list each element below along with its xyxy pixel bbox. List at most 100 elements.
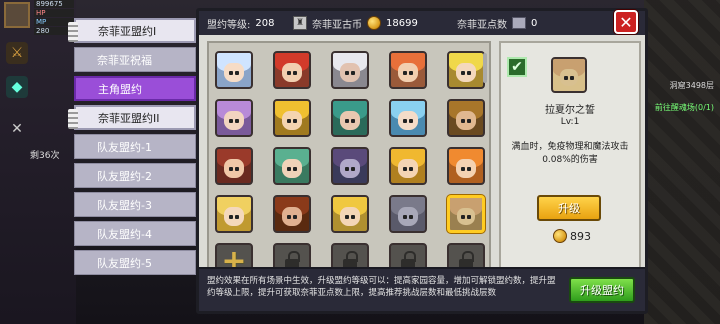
tab-hero-alliance[interactable]: 主角盟约 bbox=[74, 76, 196, 101]
tab-blessing[interactable]: 奈菲亚祝福 bbox=[74, 47, 196, 72]
locked-slot[interactable] bbox=[447, 243, 485, 267]
character-face bbox=[398, 159, 418, 178]
scrollbar[interactable] bbox=[483, 53, 487, 83]
character-face bbox=[282, 159, 302, 178]
character-eye bbox=[409, 166, 414, 171]
gem-icon[interactable]: ◆ bbox=[6, 76, 28, 98]
alliance-level-text: Lv:1 bbox=[560, 117, 580, 127]
character-cell[interactable] bbox=[389, 147, 427, 185]
quest-label[interactable]: 前往醒魂场(0/1) bbox=[655, 102, 714, 113]
character-face bbox=[398, 207, 418, 226]
alliance-grid-area[interactable]: + bbox=[207, 41, 491, 269]
character-cell[interactable] bbox=[331, 51, 369, 89]
tab-teammate-2[interactable]: 队友盟约-2 bbox=[74, 163, 196, 188]
character-eye bbox=[351, 214, 356, 219]
skill-icon[interactable]: ⚔ bbox=[6, 42, 28, 64]
character-cell[interactable] bbox=[389, 99, 427, 137]
character-eye bbox=[293, 118, 298, 123]
remaining-count: 剩36次 bbox=[30, 151, 60, 161]
character-cell[interactable] bbox=[447, 99, 485, 137]
character-eye bbox=[344, 214, 349, 219]
character-face bbox=[340, 63, 360, 82]
info-bar: 盟约效果在所有场景中生效，升级盟约等级可以：提高家园容量，增加可解锁盟约数，提升… bbox=[199, 267, 645, 311]
character-cell[interactable] bbox=[331, 195, 369, 233]
character-cell[interactable] bbox=[273, 99, 311, 137]
add-slot[interactable]: + bbox=[215, 243, 253, 269]
character-face bbox=[224, 63, 244, 82]
character-cell[interactable] bbox=[215, 147, 253, 185]
character-eye bbox=[402, 70, 407, 75]
character-cell[interactable] bbox=[273, 147, 311, 185]
character-cell[interactable] bbox=[273, 51, 311, 89]
points-icon bbox=[512, 17, 526, 29]
character-cell[interactable] bbox=[215, 99, 253, 137]
plus-icon: + bbox=[221, 244, 247, 269]
alliance-level-value: 208 bbox=[255, 17, 275, 29]
character-eye bbox=[344, 70, 349, 75]
character-cell[interactable] bbox=[331, 99, 369, 137]
character-eye bbox=[235, 166, 240, 171]
upgrade-cost: 893 bbox=[553, 229, 591, 243]
character-face bbox=[282, 63, 302, 82]
character-cell[interactable] bbox=[447, 195, 485, 233]
alliance-name: 拉夏尔之誓 bbox=[545, 105, 595, 116]
locked-slot[interactable] bbox=[273, 243, 311, 267]
character-eye bbox=[286, 214, 291, 219]
tab-teammate-4[interactable]: 队友盟约-4 bbox=[74, 221, 196, 246]
character-cell[interactable] bbox=[447, 51, 485, 89]
tab-alliance-1[interactable]: 奈菲亚盟约I bbox=[68, 18, 196, 43]
hp-label: HP bbox=[34, 9, 74, 17]
character-face bbox=[282, 111, 302, 130]
character-eye bbox=[409, 70, 414, 75]
character-face bbox=[282, 207, 302, 226]
character-cell[interactable] bbox=[389, 51, 427, 89]
player-portrait[interactable] bbox=[4, 2, 30, 28]
character-face bbox=[456, 63, 476, 82]
crossed-swords-icon[interactable]: ✕ bbox=[6, 118, 28, 140]
character-eye bbox=[460, 214, 465, 219]
upgrade-button[interactable]: 升级 bbox=[537, 195, 601, 221]
character-face bbox=[398, 63, 418, 82]
close-button[interactable]: ✕ bbox=[614, 10, 638, 34]
character-eye bbox=[467, 214, 472, 219]
character-eye bbox=[344, 118, 349, 123]
activated-checkbox[interactable]: ✔ bbox=[507, 57, 527, 77]
ancient-coin-value: 18699 bbox=[386, 17, 418, 29]
tab-teammate-3[interactable]: 队友盟约-3 bbox=[74, 192, 196, 217]
alliance-tab-list: 奈菲亚盟约I 奈菲亚祝福 主角盟约 奈菲亚盟约II 队友盟约-1 队友盟约-2 … bbox=[68, 18, 196, 279]
tab-teammate-1[interactable]: 队友盟约-1 bbox=[74, 134, 196, 159]
scroll-ornament-icon bbox=[68, 22, 78, 42]
character-eye bbox=[235, 118, 240, 123]
character-cell[interactable] bbox=[273, 195, 311, 233]
locked-slot[interactable] bbox=[389, 243, 427, 267]
tab-label: 队友盟约-4 bbox=[97, 227, 152, 241]
portrait-face bbox=[560, 68, 578, 87]
character-face bbox=[340, 111, 360, 130]
character-eye bbox=[467, 70, 472, 75]
character-eye bbox=[344, 166, 349, 171]
character-eye bbox=[460, 118, 465, 123]
character-cell[interactable] bbox=[331, 147, 369, 185]
portrait-eye bbox=[570, 75, 575, 80]
character-eye bbox=[293, 70, 298, 75]
character-cell[interactable] bbox=[215, 195, 253, 233]
character-eye bbox=[409, 214, 414, 219]
character-eye bbox=[409, 118, 414, 123]
tab-teammate-5[interactable]: 队友盟约-5 bbox=[74, 250, 196, 275]
character-face bbox=[224, 111, 244, 130]
locked-slot[interactable] bbox=[331, 243, 369, 267]
character-cell[interactable] bbox=[389, 195, 427, 233]
ancient-coin: ♜ 奈菲亚古币 18699 bbox=[293, 16, 418, 31]
character-eye bbox=[235, 70, 240, 75]
character-eye bbox=[402, 214, 407, 219]
character-eye bbox=[228, 118, 233, 123]
character-cell[interactable] bbox=[447, 147, 485, 185]
character-cell[interactable] bbox=[215, 51, 253, 89]
alliance-detail: ✔ 拉夏尔之誓 Lv:1 满血时，免疫物理和魔法攻击0.08%的伤害 升级 89… bbox=[499, 41, 641, 269]
tab-alliance-2[interactable]: 奈菲亚盟约II bbox=[68, 105, 196, 130]
upgrade-alliance-button[interactable]: 升级盟约 bbox=[569, 277, 635, 303]
upgrade-cost-value: 893 bbox=[570, 229, 591, 243]
character-face bbox=[224, 159, 244, 178]
resource-bar: 盟约等级: 208 ♜ 奈菲亚古币 18699 奈菲亚点数 0 bbox=[199, 11, 645, 35]
character-eye bbox=[228, 214, 233, 219]
